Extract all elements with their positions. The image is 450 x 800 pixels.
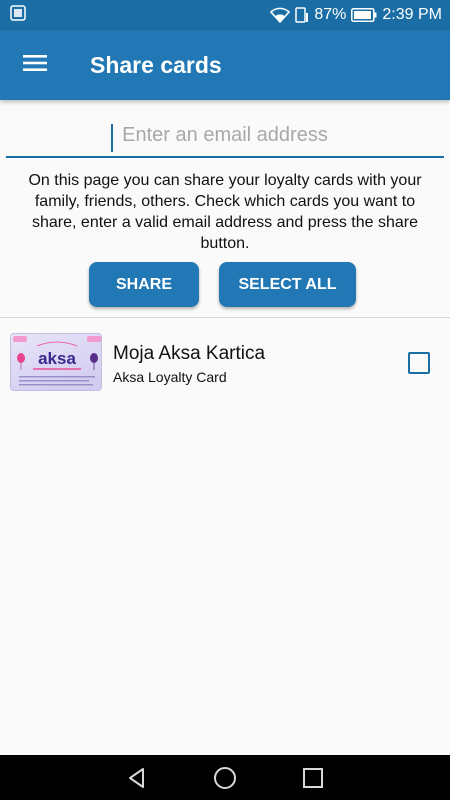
home-icon[interactable]	[213, 766, 237, 790]
share-button[interactable]: SHARE	[89, 262, 199, 307]
gallery-notification-icon	[10, 4, 26, 26]
text-cursor	[111, 124, 113, 152]
app-bar: Share cards	[0, 30, 450, 100]
select-all-button[interactable]: SELECT ALL	[219, 262, 356, 307]
hamburger-menu-icon	[23, 54, 47, 77]
card-type: Aksa Loyalty Card	[113, 369, 227, 385]
card-name: Moja Aksa Kartica	[113, 343, 266, 364]
status-bar: 87% 2:39 PM	[0, 0, 450, 30]
menu-button[interactable]	[0, 30, 70, 100]
email-input[interactable]	[6, 118, 444, 158]
battery-icon	[351, 8, 377, 22]
divider	[0, 317, 450, 318]
info-text: On this page you can share your loyalty …	[28, 172, 422, 252]
recent-apps-icon[interactable]	[302, 767, 324, 789]
card-list-item[interactable]: aksa Moja Aksa Kartica Aksa Loyalty Card	[0, 330, 450, 396]
card-checkbox[interactable]	[408, 352, 430, 374]
battery-percent: 87%	[314, 6, 347, 23]
clock: 2:39 PM	[382, 6, 442, 23]
aksa-card-image: aksa	[10, 333, 102, 391]
back-icon[interactable]	[126, 767, 148, 789]
page-title: Share cards	[90, 51, 222, 78]
svg-text:aksa: aksa	[38, 349, 76, 368]
system-nav-bar	[0, 755, 450, 800]
wifi-icon	[270, 7, 291, 23]
sim-signal-icon	[295, 7, 309, 23]
